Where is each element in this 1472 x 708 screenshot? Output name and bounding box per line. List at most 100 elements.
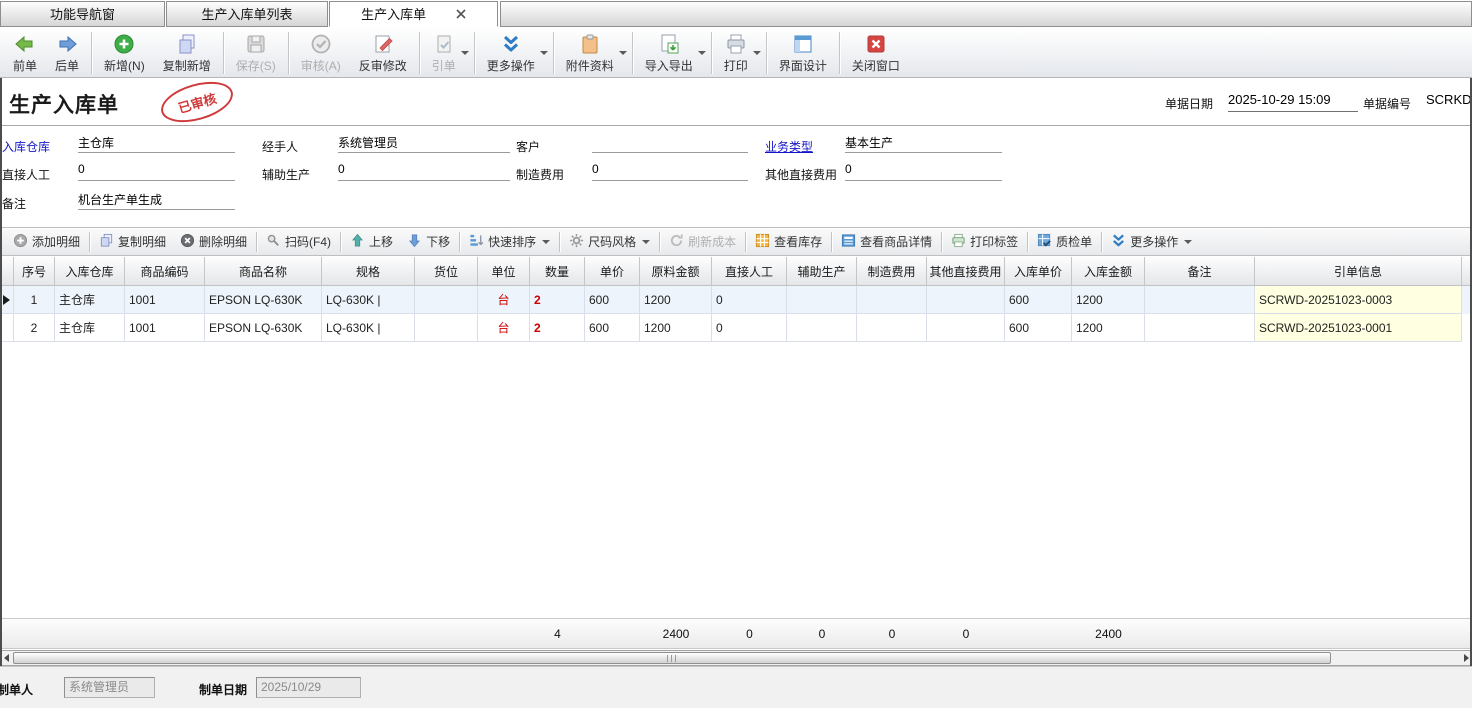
table-cell[interactable]: 1200 <box>1072 314 1145 342</box>
column-header[interactable]: 制造费用 <box>857 257 927 285</box>
quick-sort-button[interactable]: 快速排序 <box>462 231 557 253</box>
tab-nav-window[interactable]: 功能导航窗 <box>0 1 165 27</box>
table-cell[interactable]: 1 <box>14 286 55 314</box>
tab-entry-form[interactable]: 生产入库单 <box>329 1 498 27</box>
dropdown-caret[interactable] <box>461 51 469 55</box>
warehouse-field[interactable]: 主仓库 <box>78 134 235 153</box>
move-down-button[interactable]: 下移 <box>400 231 457 253</box>
customer-field[interactable] <box>592 134 748 153</box>
dropdown-caret[interactable] <box>542 240 550 244</box>
table-cell[interactable]: 台 <box>478 314 530 342</box>
size-style-button[interactable]: 尺码风格 <box>562 231 657 253</box>
pull-doc-button[interactable]: 引单 <box>423 31 465 75</box>
table-cell[interactable]: 1001 <box>125 314 205 342</box>
table-cell[interactable]: 2 <box>14 314 55 342</box>
column-header[interactable]: 入库单价 <box>1005 257 1072 285</box>
more-row-actions-button[interactable]: 更多操作 <box>1104 231 1199 253</box>
handler-field[interactable]: 系统管理员 <box>338 134 510 153</box>
table-cell[interactable]: SCRWD-20251023-0001 <box>1255 314 1462 342</box>
table-cell[interactable]: 2 <box>530 286 585 314</box>
copy-new-button[interactable]: 复制新增 <box>154 31 220 75</box>
more-actions-button[interactable]: 更多操作 <box>478 31 544 75</box>
table-cell[interactable]: 600 <box>585 314 640 342</box>
scrollbar-thumb[interactable] <box>13 652 1331 664</box>
dropdown-caret[interactable] <box>1184 240 1192 244</box>
table-cell[interactable]: LQ-630K | <box>322 286 415 314</box>
scan-button[interactable]: 扫码(F4) <box>259 231 338 253</box>
refresh-cost-button[interactable]: 刷新成本 <box>662 231 743 253</box>
unaudit-edit-button[interactable]: 反审修改 <box>350 31 416 75</box>
table-cell[interactable]: 1200 <box>640 314 712 342</box>
maker-field[interactable]: 系统管理员 <box>64 677 155 698</box>
mfg-cost-field[interactable]: 0 <box>592 162 748 181</box>
print-button[interactable]: 打印 <box>715 31 757 75</box>
table-cell[interactable]: 0 <box>712 286 787 314</box>
table-cell[interactable] <box>1145 314 1255 342</box>
dropdown-caret[interactable] <box>642 240 650 244</box>
dropdown-caret[interactable] <box>540 51 548 55</box>
delete-row-button[interactable]: 删除明细 <box>173 231 254 253</box>
column-header[interactable]: 规格 <box>322 257 415 285</box>
column-header[interactable]: 商品名称 <box>205 257 322 285</box>
table-cell[interactable] <box>787 314 857 342</box>
move-up-button[interactable]: 上移 <box>343 231 400 253</box>
table-cell[interactable]: 主仓库 <box>55 286 125 314</box>
column-header[interactable]: 原料金额 <box>640 257 712 285</box>
make-date-field[interactable]: 2025/10/29 <box>256 677 361 698</box>
table-cell[interactable] <box>415 314 478 342</box>
new-button[interactable]: 新增(N) <box>95 31 154 75</box>
save-button[interactable]: 保存(S) <box>227 31 285 75</box>
table-cell[interactable]: 主仓库 <box>55 314 125 342</box>
biz-type-link[interactable]: 业务类型 <box>765 138 813 155</box>
table-row[interactable]: 2主仓库1001EPSON LQ-630KLQ-630K |台260012000… <box>0 314 1472 342</box>
attachments-button[interactable]: 附件资料 <box>557 31 623 75</box>
aux-production-field[interactable]: 0 <box>338 162 510 181</box>
audit-button[interactable]: 审核(A) <box>292 31 350 75</box>
print-label-button[interactable]: 打印标签 <box>944 231 1025 253</box>
doc-no-field[interactable]: SCRKD- <box>1426 92 1472 112</box>
qc-sheet-button[interactable]: 质检单 <box>1030 231 1099 253</box>
next-doc-button[interactable]: 后单 <box>46 31 88 75</box>
view-stock-button[interactable]: 查看库存 <box>748 231 829 253</box>
table-cell[interactable]: 2 <box>530 314 585 342</box>
horizontal-scrollbar[interactable] <box>0 650 1472 666</box>
table-cell[interactable]: 1001 <box>125 286 205 314</box>
view-product-detail-button[interactable]: 查看商品详情 <box>834 231 939 253</box>
table-cell[interactable] <box>857 286 927 314</box>
table-cell[interactable]: 0 <box>712 314 787 342</box>
import-export-button[interactable]: 导入导出 <box>636 31 702 75</box>
table-cell[interactable]: 600 <box>1005 314 1072 342</box>
tab-entry-list[interactable]: 生产入库单列表 <box>166 1 328 27</box>
prev-doc-button[interactable]: 前单 <box>4 31 46 75</box>
close-icon[interactable] <box>456 2 466 27</box>
table-cell[interactable]: 台 <box>478 286 530 314</box>
table-cell[interactable] <box>787 286 857 314</box>
table-cell[interactable]: EPSON LQ-630K <box>205 286 322 314</box>
column-header[interactable]: 数量 <box>530 257 585 285</box>
column-header[interactable]: 入库仓库 <box>55 257 125 285</box>
other-cost-field[interactable]: 0 <box>845 162 1002 181</box>
remark-field[interactable]: 机台生产单生成 <box>78 191 235 210</box>
add-row-button[interactable]: 添加明细 <box>6 231 87 253</box>
dropdown-caret[interactable] <box>619 51 627 55</box>
column-header[interactable]: 直接人工 <box>712 257 787 285</box>
column-header[interactable]: 单价 <box>585 257 640 285</box>
close-window-button[interactable]: 关闭窗口 <box>843 31 909 75</box>
column-header[interactable]: 序号 <box>14 257 55 285</box>
table-cell[interactable] <box>927 314 1005 342</box>
table-cell[interactable]: 1200 <box>640 286 712 314</box>
column-header[interactable]: 入库金额 <box>1072 257 1145 285</box>
doc-date-field[interactable]: 2025-10-29 15:09 <box>1228 92 1358 112</box>
ui-design-button[interactable]: 界面设计 <box>770 31 836 75</box>
column-header[interactable]: 引单信息 <box>1255 257 1462 285</box>
table-row[interactable]: 1主仓库1001EPSON LQ-630KLQ-630K |台260012000… <box>0 286 1472 314</box>
dropdown-caret[interactable] <box>753 51 761 55</box>
table-cell[interactable] <box>857 314 927 342</box>
table-cell[interactable]: LQ-630K | <box>322 314 415 342</box>
column-header[interactable]: 备注 <box>1145 257 1255 285</box>
table-cell[interactable] <box>927 286 1005 314</box>
table-cell[interactable]: 600 <box>585 286 640 314</box>
column-header[interactable]: 单位 <box>478 257 530 285</box>
column-header[interactable]: 货位 <box>415 257 478 285</box>
table-cell[interactable]: 600 <box>1005 286 1072 314</box>
